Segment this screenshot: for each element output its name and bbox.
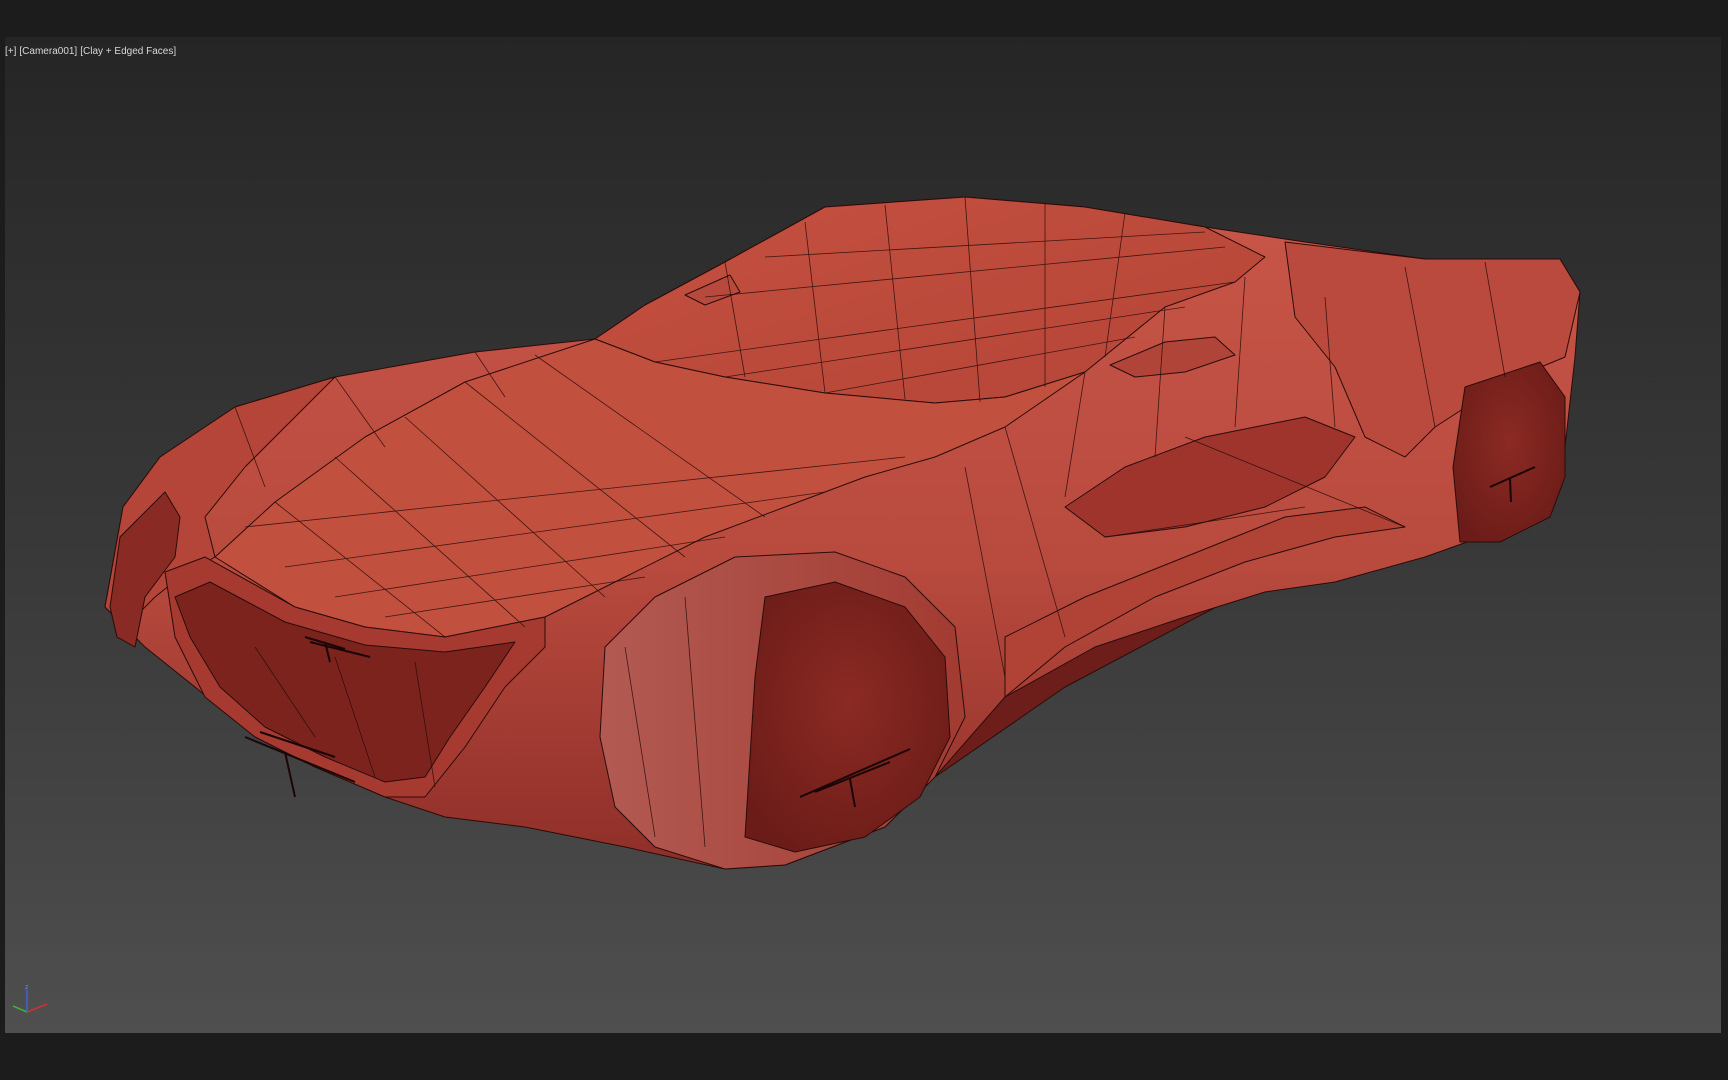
car-model-render[interactable] bbox=[5, 37, 1721, 1033]
axis-y-line bbox=[12, 1005, 28, 1013]
viewport-camera001[interactable]: [+] [Camera001] [Clay + Edged Faces] z bbox=[5, 37, 1721, 1033]
axis-z-label: z bbox=[25, 984, 29, 991]
axis-x-line bbox=[26, 1003, 48, 1013]
axis-gizmo: z bbox=[12, 984, 48, 1013]
rear-right-wheel bbox=[1452, 361, 1566, 543]
